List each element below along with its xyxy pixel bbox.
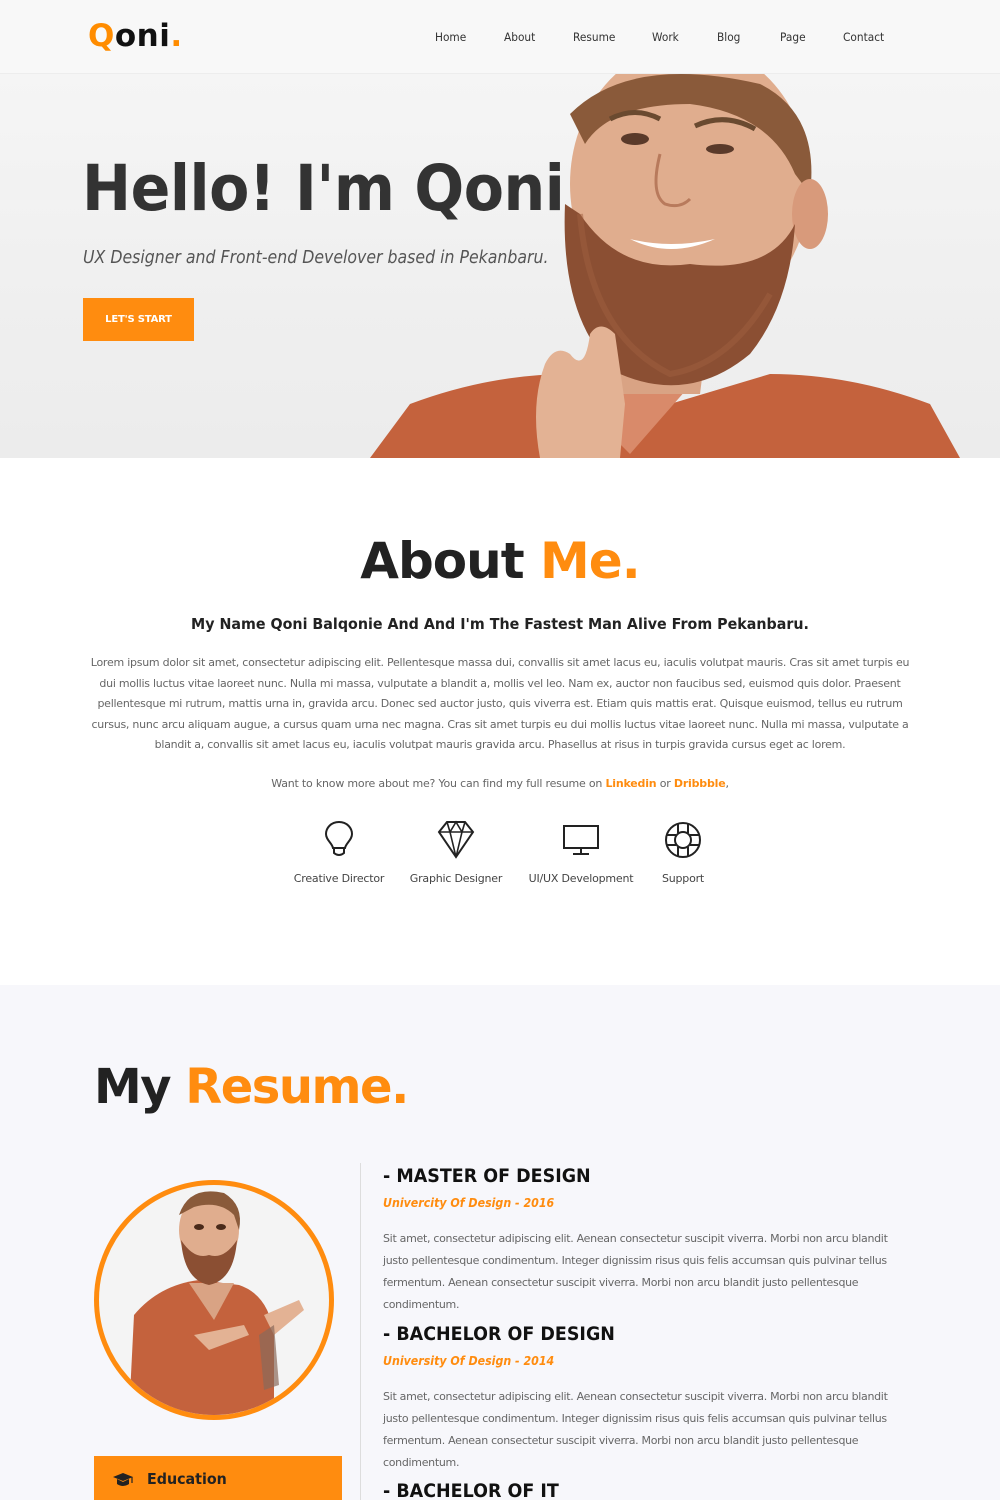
hero-title: Hello! I'm Qoni <box>82 152 565 225</box>
entry-description: Sit amet, consectetur adipiscing elit. A… <box>383 1390 888 1469</box>
lightbulb-icon <box>324 820 354 856</box>
lifebuoy-icon <box>665 822 701 858</box>
diamond-icon <box>437 820 475 859</box>
lets-start-button[interactable]: LET'S START <box>83 298 194 341</box>
site-header: Qoni. Home About Resume Work Blog Page C… <box>0 0 1000 74</box>
nav-resume[interactable]: Resume <box>573 30 615 44</box>
resume-entry: - MASTER OF DESIGN Univercity Of Design … <box>383 1165 923 1316</box>
entry-title: - BACHELOR OF IT <box>383 1480 559 1500</box>
dribbble-link[interactable]: Dribbble <box>674 777 726 790</box>
nav-contact[interactable]: Contact <box>843 30 884 44</box>
resume-section: My Resume. Education - MASTER OF DESIGN … <box>0 985 1000 1500</box>
about-more-text: Want to know more about me? You can find… <box>0 777 1000 790</box>
resume-entry: - BACHELOR OF DESIGN University Of Desig… <box>383 1323 923 1474</box>
education-tab-label: Education <box>147 1470 227 1488</box>
about-title-main: About <box>360 532 541 590</box>
nav-page[interactable]: Page <box>780 30 806 44</box>
resume-entry: - BACHELOR OF IT <box>383 1480 923 1500</box>
resume-title: My Resume. <box>94 1059 409 1115</box>
resume-title-main: My <box>94 1059 186 1115</box>
nav-work[interactable]: Work <box>652 30 679 44</box>
about-title: About Me. <box>0 532 1000 590</box>
resume-portrait-image <box>94 1180 334 1420</box>
resume-title-accent: Resume. <box>185 1059 409 1115</box>
about-subtitle: My Name Qoni Balqonie And And I'm The Fa… <box>191 615 809 633</box>
nav-home[interactable]: Home <box>435 30 466 44</box>
about-body: Lorem ipsum dolor sit amet, consectetur … <box>90 656 910 751</box>
entry-title: - BACHELOR OF DESIGN <box>383 1323 615 1345</box>
main-nav: Home About Resume Work Blog Page Contact <box>0 30 1000 46</box>
entry-school: University Of Design - 2014 <box>383 1354 555 1368</box>
skill-support: Support <box>648 820 718 885</box>
entry-school: Univercity Of Design - 2016 <box>383 1196 555 1210</box>
entry-description: Sit amet, consectetur adipiscing elit. A… <box>383 1232 888 1311</box>
skill-label: UI/UX Development <box>528 872 634 885</box>
about-title-accent: Me. <box>540 532 641 590</box>
education-tab[interactable]: Education <box>94 1456 342 1500</box>
monitor-icon <box>563 825 599 855</box>
hero-section: Hello! I'm Qoni UX Designer and Front-en… <box>0 74 1000 458</box>
skill-label: Creative Director <box>293 872 385 885</box>
about-more-prefix: Want to know more about me? You can find… <box>271 777 606 790</box>
graduation-cap-icon <box>113 1473 133 1486</box>
skill-label: Graphic Designer <box>409 872 503 885</box>
about-section: About Me. My Name Qoni Balqonie And And … <box>0 458 1000 985</box>
skill-creative-director: Creative Director <box>289 820 389 885</box>
about-more-suffix: , <box>725 777 729 790</box>
linkedin-link[interactable]: Linkedin <box>605 777 656 790</box>
nav-blog[interactable]: Blog <box>717 30 740 44</box>
about-more-or: or <box>656 777 674 790</box>
entry-title: - MASTER OF DESIGN <box>383 1165 591 1187</box>
hero-subtitle: UX Designer and Front-end Develover base… <box>83 248 549 268</box>
skill-uiux-development: UI/UX Development <box>526 820 636 885</box>
skill-graphic-designer: Graphic Designer <box>406 820 506 885</box>
skill-label: Support <box>661 872 705 885</box>
resume-divider <box>360 1163 361 1500</box>
nav-about[interactable]: About <box>504 30 535 44</box>
